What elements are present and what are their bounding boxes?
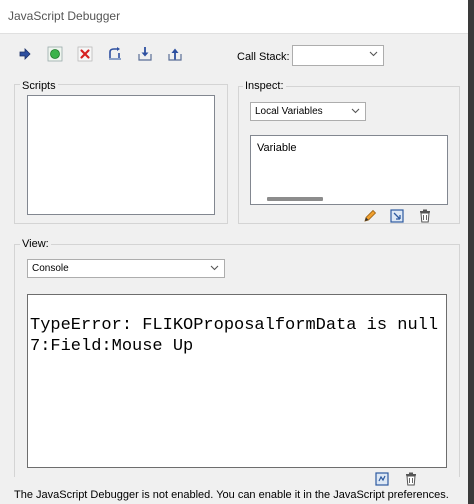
resume-button[interactable] [46,45,64,63]
pencil-icon [364,209,377,222]
clear-console-button[interactable] [374,471,390,487]
delete-variable-button[interactable] [417,208,433,224]
inspect-dropdown[interactable]: Local Variables [250,102,366,121]
step-over-icon [109,47,121,60]
step-out-button[interactable] [166,45,184,63]
stop-icon [77,46,93,62]
window-title: JavaScript Debugger [8,9,121,23]
console-text: TypeError: FLIKOProposalformData is null… [30,316,439,356]
step-into-icon [138,47,152,61]
edit-variable-button[interactable] [362,208,378,224]
scripts-label: Scripts [20,80,58,92]
call-stack-label: Call Stack: [237,51,290,63]
window-edge [468,0,474,504]
console-output[interactable]: TypeError: FLIKOProposalformData is null… [27,294,447,468]
call-stack-dropdown[interactable] [292,45,384,66]
watch-icon [390,209,404,223]
trash-icon [420,209,430,223]
horizontal-scrollbar-thumb[interactable] [267,197,323,201]
status-message: The JavaScript Debugger is not enabled. … [14,489,449,501]
chevron-down-icon [210,263,219,275]
chevron-down-icon [369,49,378,61]
step-out-icon [168,48,182,61]
scripts-list[interactable] [27,95,215,215]
title-bar: JavaScript Debugger [0,0,474,34]
step-button[interactable] [16,45,34,63]
view-selected: Console [32,263,69,274]
clear-console-icon [375,472,389,486]
trash-icon [406,472,416,486]
stop-button[interactable] [76,45,94,63]
chevron-down-icon [351,106,360,118]
inspect-label: Inspect: [243,80,286,92]
view-label: View: [20,238,51,250]
variables-table[interactable]: Variable [250,135,448,205]
delete-console-button[interactable] [403,471,419,487]
step-into-button[interactable] [136,45,154,63]
resume-icon [47,46,63,62]
variable-column-header: Variable [257,142,297,154]
step-over-button[interactable] [106,45,124,63]
view-dropdown[interactable]: Console [27,259,225,278]
watch-button[interactable] [389,208,405,224]
step-arrow-icon [19,48,31,60]
inspect-selected: Local Variables [255,106,323,117]
